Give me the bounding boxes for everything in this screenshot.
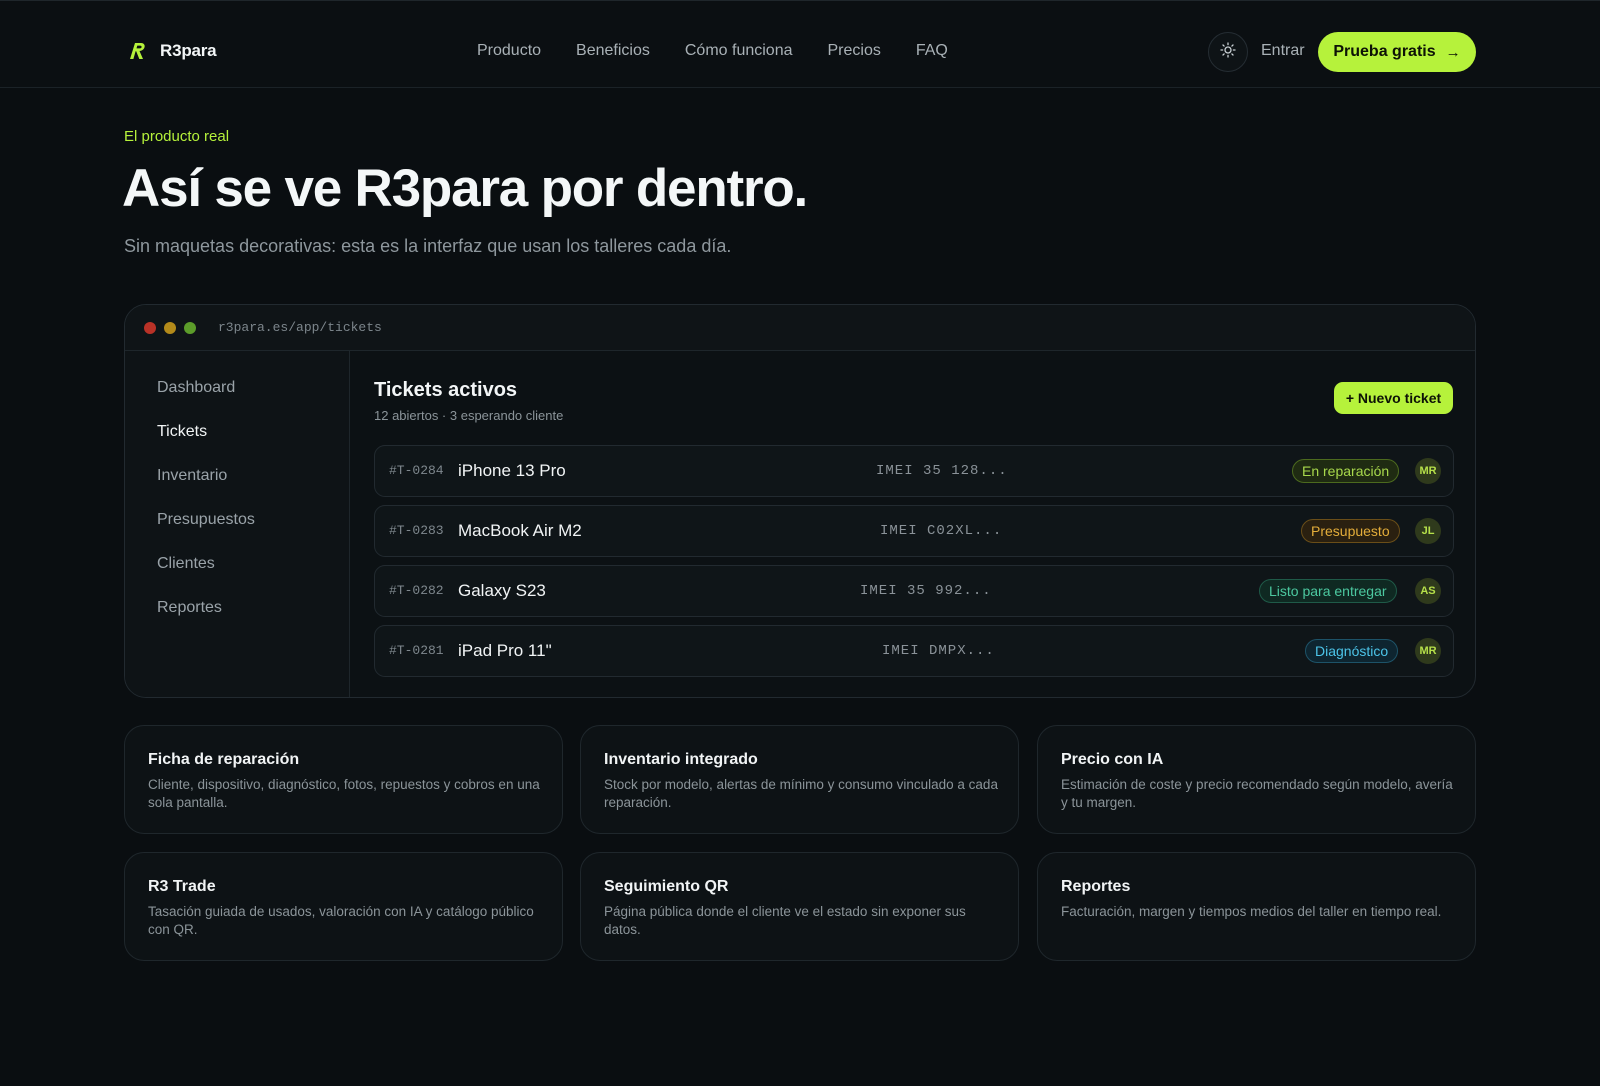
ticket-row[interactable]: #T-0284 iPhone 13 Pro IMEI 35 128... En … [374, 445, 1454, 497]
ticket-device: iPhone 13 Pro [458, 461, 566, 480]
feature-card-reportes: Reportes Facturación, margen y tiempos m… [1037, 852, 1476, 961]
ticket-imei: IMEI 35 128... [876, 463, 1008, 479]
sidebar-item-tickets[interactable]: Tickets [157, 423, 207, 441]
ticket-id: #T-0283 [389, 523, 444, 538]
window-minimize-dot [164, 322, 176, 334]
brand-logo-link[interactable]: R3para [124, 38, 217, 64]
feature-card-inventario: Inventario integrado Stock por modelo, a… [580, 725, 1019, 834]
free-trial-label: Prueba gratis [1333, 43, 1436, 60]
window-title-bar: r3para.es/app/tickets [125, 305, 1475, 351]
sidebar-item-inventario[interactable]: Inventario [157, 467, 227, 485]
tickets-title: Tickets activos [374, 379, 518, 401]
ticket-id: #T-0284 [389, 463, 444, 478]
ticket-imei: IMEI DMPX... [882, 643, 995, 659]
free-trial-button[interactable]: Prueba gratis → [1318, 32, 1476, 72]
sidebar-item-reportes[interactable]: Reportes [157, 599, 222, 617]
nav-link-producto[interactable]: Producto [477, 42, 541, 60]
feature-description: Tasación guiada de usados, valoración co… [148, 904, 534, 937]
feature-title: Ficha de reparación [148, 751, 300, 768]
login-link[interactable]: Entrar [1261, 42, 1305, 60]
app-window-preview: r3para.es/app/tickets Dashboard Tickets … [124, 304, 1476, 698]
status-badge: Diagnóstico [1305, 639, 1399, 663]
ticket-id: #T-0282 [389, 583, 444, 598]
ticket-row[interactable]: #T-0282 Galaxy S23 IMEI 35 992... Listo … [374, 565, 1454, 617]
feature-description: Stock por modelo, alertas de mínimo y co… [604, 777, 998, 810]
nav-link-faq[interactable]: FAQ [916, 42, 948, 60]
top-navigation-bar: R3para Producto Beneficios Cómo funciona… [0, 0, 1600, 88]
status-badge: En reparación [1292, 459, 1400, 483]
tickets-summary: 12 abiertos · 3 esperando cliente [374, 408, 564, 423]
feature-description: Cliente, dispositivo, diagnóstico, fotos… [148, 777, 540, 810]
feature-title: Inventario integrado [604, 751, 758, 768]
feature-description: Página pública donde el cliente ve el es… [604, 904, 966, 937]
feature-card-ficha: Ficha de reparación Cliente, dispositivo… [124, 725, 563, 834]
assignee-avatar: MR [1415, 458, 1441, 484]
feature-card-seguimiento-qr: Seguimiento QR Página pública donde el c… [580, 852, 1019, 961]
feature-title: Seguimiento QR [604, 878, 729, 895]
ticket-device: Galaxy S23 [458, 581, 546, 600]
theme-toggle-button[interactable] [1208, 32, 1248, 72]
ticket-row[interactable]: #T-0283 MacBook Air M2 IMEI C02XL... Pre… [374, 505, 1454, 557]
sidebar-item-dashboard[interactable]: Dashboard [157, 379, 235, 397]
feature-title: R3 Trade [148, 878, 216, 895]
window-url: r3para.es/app/tickets [218, 320, 382, 335]
section-title: Así se ve R3para por dentro. [122, 159, 808, 218]
ticket-imei: IMEI 35 992... [860, 583, 992, 599]
ticket-id: #T-0281 [389, 643, 444, 658]
brand-name: R3para [160, 41, 217, 60]
window-maximize-dot [184, 322, 196, 334]
sun-icon [1220, 41, 1236, 63]
ticket-row[interactable]: #T-0281 iPad Pro 11" IMEI DMPX... Diagnó… [374, 625, 1454, 677]
app-sidebar: Dashboard Tickets Inventario Presupuesto… [125, 351, 350, 697]
assignee-avatar: MR [1415, 638, 1441, 664]
feature-card-r3-trade: R3 Trade Tasación guiada de usados, valo… [124, 852, 563, 961]
ticket-imei: IMEI C02XL... [880, 523, 1003, 539]
sidebar-item-presupuestos[interactable]: Presupuestos [157, 511, 255, 529]
status-badge: Listo para entregar [1259, 579, 1397, 603]
assignee-avatar: AS [1415, 578, 1441, 604]
sidebar-item-clientes[interactable]: Clientes [157, 555, 215, 573]
new-ticket-button[interactable]: + Nuevo ticket [1334, 382, 1453, 414]
nav-link-beneficios[interactable]: Beneficios [576, 42, 650, 60]
feature-title: Reportes [1061, 878, 1131, 895]
ticket-device: MacBook Air M2 [458, 521, 582, 540]
main-nav: Producto Beneficios Cómo funciona Precio… [477, 42, 948, 60]
brand-logo-icon [124, 38, 150, 64]
feature-description: Facturación, margen y tiempos medios del… [1061, 904, 1442, 919]
status-badge: Presupuesto [1301, 519, 1400, 543]
section-eyebrow: El producto real [124, 128, 230, 145]
feature-description: Estimación de coste y precio recomendado… [1061, 777, 1453, 810]
arrow-right-icon: → [1445, 43, 1461, 61]
feature-card-precio-ia: Precio con IA Estimación de coste y prec… [1037, 725, 1476, 834]
nav-link-como-funciona[interactable]: Cómo funciona [685, 42, 793, 60]
nav-link-precios[interactable]: Precios [828, 42, 881, 60]
assignee-avatar: JL [1415, 518, 1441, 544]
section-subtitle: Sin maquetas decorativas: esta es la int… [124, 236, 732, 256]
feature-title: Precio con IA [1061, 751, 1164, 768]
tickets-panel: Tickets activos 12 abiertos · 3 esperand… [350, 351, 1475, 697]
window-close-dot [144, 322, 156, 334]
ticket-device: iPad Pro 11" [458, 641, 552, 660]
